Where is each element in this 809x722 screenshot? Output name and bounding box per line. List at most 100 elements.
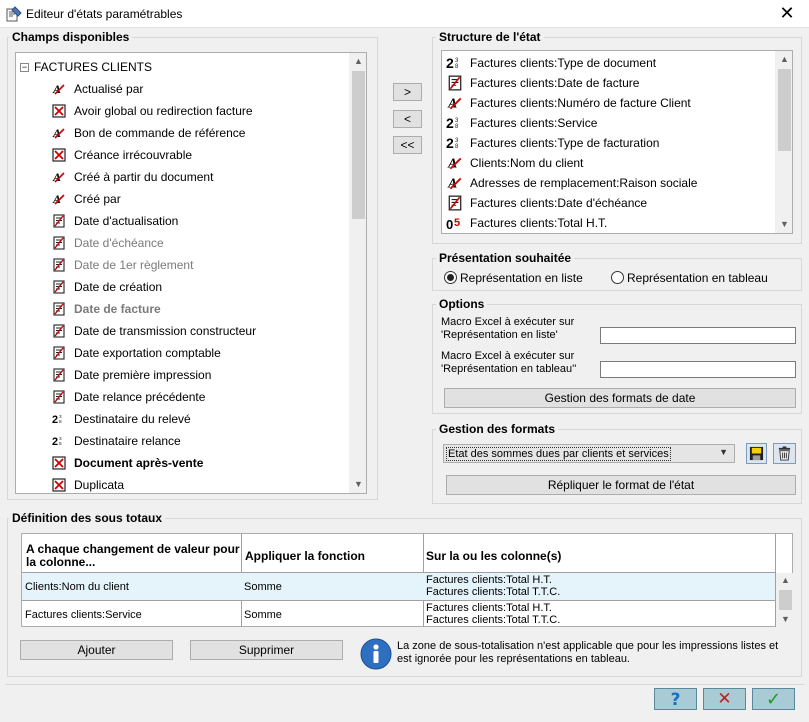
structure-item-label: Factures clients:Total H.T.	[470, 216, 608, 230]
structure-list[interactable]: Factures clients:Type de document Facture…	[441, 50, 793, 234]
structure-item[interactable]: Adresses de remplacement:Raison sociale	[446, 173, 771, 193]
date-type-icon	[446, 75, 464, 91]
tree-item[interactable]: Destinataire du relevé	[52, 408, 340, 430]
scroll-up-icon[interactable]: ▲	[777, 573, 794, 588]
scroll-up-icon[interactable]: ▲	[776, 51, 792, 68]
info-icon	[360, 638, 392, 670]
subtotals-scrollbar[interactable]: ▲ ▼	[776, 573, 793, 627]
close-window-button[interactable]: ✕	[765, 0, 809, 28]
code-type-icon	[446, 55, 464, 71]
row-target: Factures clients:Total T.T.C.	[426, 586, 561, 598]
tree-item[interactable]: Date exportation comptable	[52, 342, 340, 364]
row-target: Factures clients:Total H.T.	[426, 574, 552, 586]
help-button[interactable]: ?	[654, 688, 697, 710]
table-row[interactable]: Factures clients:Service Somme Factures …	[22, 601, 775, 627]
tree-item[interactable]: Date d'échéance	[52, 232, 340, 254]
tree-item-label: Créance irrécouvrable	[74, 148, 193, 162]
col-header-column[interactable]: A chaque changement de valeur pour la co…	[26, 543, 244, 569]
format-select-value: Etat des sommes dues par clients et serv…	[446, 447, 671, 461]
replicate-format-button[interactable]: Répliquer le format de l'état	[446, 475, 796, 495]
tree-item[interactable]: Document après-vente	[52, 452, 340, 474]
scroll-down-icon[interactable]: ▼	[350, 476, 366, 493]
tree-item[interactable]: Date de 1er règlement	[52, 254, 340, 276]
tree-item[interactable]: Duplicata	[52, 474, 340, 493]
collapse-icon[interactable]: −	[20, 62, 29, 72]
structure-item[interactable]: Factures clients:Date de facture	[446, 73, 771, 93]
text-type-icon	[446, 95, 464, 111]
structure-scrollbar[interactable]: ▲ ▼	[775, 51, 792, 233]
structure-item[interactable]: Factures clients:Type de document	[446, 53, 771, 73]
date-formats-button[interactable]: Gestion des formats de date	[444, 388, 796, 408]
tree-item[interactable]: Date d'actualisation	[52, 210, 340, 232]
tree-item[interactable]: Créance irrécouvrable	[52, 144, 340, 166]
scroll-thumb[interactable]	[778, 69, 791, 151]
tree-item[interactable]: Créé par	[52, 188, 340, 210]
structure-item[interactable]: Factures clients:Numéro de facture Clien…	[446, 93, 771, 113]
col-header-targets[interactable]: Sur la ou les colonne(s)	[426, 550, 561, 563]
tree-item[interactable]: Créé à partir du document	[52, 166, 340, 188]
scroll-thumb[interactable]	[779, 590, 792, 610]
structure-label: Structure de l'état	[436, 30, 544, 44]
macro-list-input[interactable]	[600, 327, 796, 344]
delete-format-button[interactable]	[773, 443, 796, 464]
tree-item[interactable]: Date de facture	[52, 298, 340, 320]
checkbox-type-icon	[52, 478, 66, 492]
tree-item[interactable]: Date de création	[52, 276, 340, 298]
tree-item-label: Date d'échéance	[74, 236, 164, 250]
macro-table-input[interactable]	[600, 361, 796, 378]
tree-item-label: Document après-vente	[74, 456, 204, 470]
radio-table-label[interactable]: Représentation en tableau	[627, 271, 768, 285]
col-header-function[interactable]: Appliquer la fonction	[245, 550, 365, 563]
structure-item[interactable]: Factures clients:Date d'échéance	[446, 193, 771, 213]
remove-subtotal-button[interactable]: Supprimer	[190, 640, 343, 660]
date-type-icon	[52, 346, 66, 360]
subtotals-table[interactable]: A chaque changement de valeur pour la co…	[21, 533, 793, 627]
code-type-icon	[52, 434, 66, 448]
tree-root[interactable]: − FACTURES CLIENTS	[20, 56, 340, 78]
scroll-thumb[interactable]	[352, 71, 365, 219]
tree-item[interactable]: Bon de commande de référence	[52, 122, 340, 144]
chevron-down-icon[interactable]: ▼	[719, 447, 728, 457]
remove-all-button[interactable]: <<	[393, 136, 422, 154]
champs-tree[interactable]: − FACTURES CLIENTS Actualisé par Avoir gl…	[15, 52, 367, 494]
ok-button[interactable]: ✓	[752, 688, 795, 710]
date-type-icon	[52, 302, 66, 316]
table-row[interactable]: Clients:Nom du client Somme Factures cli…	[22, 573, 775, 600]
radio-list-label[interactable]: Représentation en liste	[460, 271, 583, 285]
save-format-button[interactable]	[746, 443, 767, 464]
tree-item[interactable]: Avoir global ou redirection facture	[52, 100, 340, 122]
scroll-down-icon[interactable]: ▼	[776, 216, 792, 233]
tree-item[interactable]: Date de transmission constructeur	[52, 320, 340, 342]
cancel-button[interactable]: ✕	[703, 688, 746, 710]
tree-item[interactable]: Date relance précédente	[52, 386, 340, 408]
champs-scrollbar[interactable]: ▲ ▼	[349, 53, 366, 493]
row-column: Factures clients:Service	[25, 609, 142, 621]
radio-table-mode[interactable]	[611, 271, 624, 284]
date-type-icon	[52, 258, 66, 272]
add-field-button[interactable]: >	[393, 83, 422, 101]
scroll-up-icon[interactable]: ▲	[350, 53, 366, 70]
add-subtotal-button[interactable]: Ajouter	[20, 640, 173, 660]
tree-item-label: Duplicata	[74, 478, 125, 492]
radio-list-mode[interactable]	[444, 271, 457, 284]
scroll-down-icon[interactable]: ▼	[777, 612, 794, 627]
macro-list-caption: Macro Excel à exécuter sur 'Représentati…	[441, 316, 575, 341]
row-target: Factures clients:Total T.T.C.	[426, 614, 561, 626]
number-type-icon	[446, 215, 464, 231]
tree-item-label: Date relance précédente	[74, 390, 206, 404]
remove-field-button[interactable]: <	[393, 110, 422, 128]
checkbox-type-icon	[52, 456, 66, 470]
structure-item[interactable]: Factures clients:Type de facturation	[446, 133, 771, 153]
tree-item[interactable]: Destinataire relance	[52, 430, 340, 452]
tree-item[interactable]: Date première impression	[52, 364, 340, 386]
structure-item[interactable]: Factures clients:Total H.T.	[446, 213, 771, 233]
tree-item-label: Date d'actualisation	[74, 214, 179, 228]
tree-item-label: Actualisé par	[74, 82, 144, 96]
subtotals-label: Définition des sous totaux	[9, 511, 166, 525]
tree-item[interactable]: Actualisé par	[52, 78, 340, 100]
format-select[interactable]: Etat des sommes dues par clients et serv…	[443, 444, 735, 463]
structure-item[interactable]: Clients:Nom du client	[446, 153, 771, 173]
options-label: Options	[436, 297, 488, 311]
text-type-icon	[52, 126, 66, 140]
structure-item[interactable]: Factures clients:Service	[446, 113, 771, 133]
